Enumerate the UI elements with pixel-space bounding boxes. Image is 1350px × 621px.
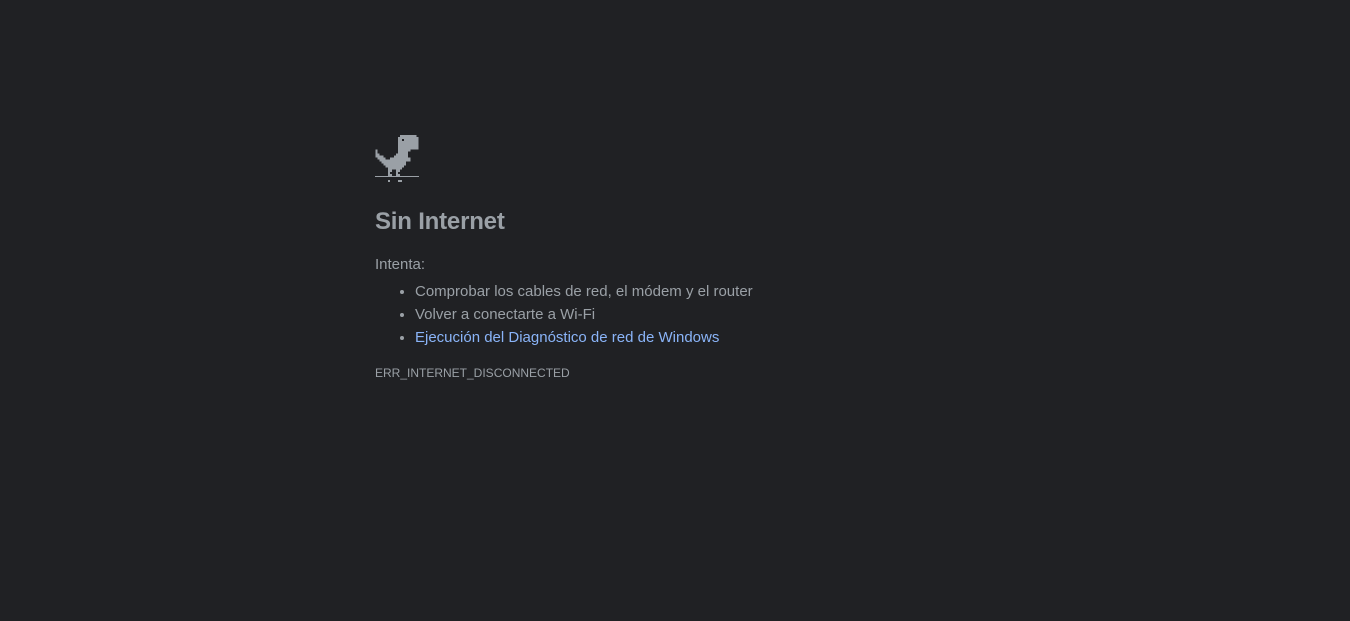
suggestion-item: Volver a conectarte a Wi-Fi (415, 303, 975, 326)
offline-dino-icon[interactable] (375, 135, 421, 183)
suggestions-list: Comprobar los cables de red, el módem y … (375, 280, 975, 349)
offline-error-content: Sin Internet Intenta: Comprobar los cabl… (375, 135, 975, 380)
ground-line (375, 176, 419, 177)
diagnostics-link[interactable]: Ejecución del Diagnóstico de red de Wind… (415, 329, 719, 346)
page-title: Sin Internet (375, 208, 505, 235)
suggestion-item: Comprobar los cables de red, el módem y … (415, 280, 975, 303)
error-code: ERR_INTERNET_DISCONNECTED (375, 366, 570, 380)
try-label: Intenta: (375, 256, 426, 273)
suggestion-item-diagnostics: Ejecución del Diagnóstico de red de Wind… (415, 326, 975, 349)
